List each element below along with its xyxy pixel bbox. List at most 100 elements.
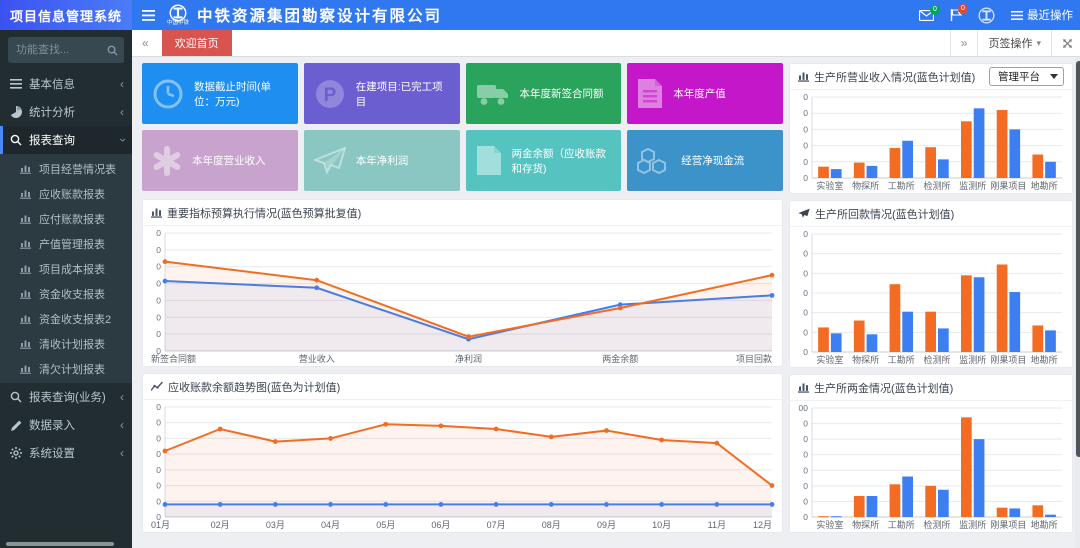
main-area: 中国中铁 中铁资源集团勘察设计有限公司 0 0 最近操作 (132, 0, 1080, 548)
svg-text:检测所: 检测所 (923, 354, 950, 365)
svg-text:检测所: 检测所 (923, 519, 950, 530)
sidebar-item-receivable-report[interactable]: 应收账款报表 (0, 181, 132, 206)
production-revenue-chart: 000000实验室物探所工勘所检测所监测所刚果项目地勘所 (790, 90, 1072, 193)
svg-text:项目回款: 项目回款 (736, 353, 772, 364)
recent-operations-button[interactable]: 最近操作 (1011, 7, 1073, 23)
menu-label: 报表查询 (29, 132, 75, 148)
pencil-icon (8, 420, 24, 431)
svg-text:0: 0 (803, 124, 808, 134)
panel-title: 应收账款余额趋势图(蓝色为计划值) (168, 379, 340, 395)
tab-welcome-home[interactable]: 欢迎首页 (162, 30, 232, 56)
svg-text:0: 0 (803, 288, 808, 298)
line-chart-icon (151, 381, 163, 392)
stat-cards: 数据截止时间(单位：万元) P 在建项目:已完工项目 本年度新签合同额 本年度产… (142, 63, 783, 191)
svg-text:06月: 06月 (431, 520, 450, 530)
card-net-profit[interactable]: 本年净利润 (304, 130, 460, 191)
svg-text:00: 00 (799, 403, 809, 413)
chevron-left-icon: ‹ (120, 446, 124, 460)
sidebar-item-output-report[interactable]: 产值管理报表 (0, 231, 132, 256)
sidebar-item-report-query[interactable]: 报表查询 ‹ (0, 126, 132, 154)
search-input[interactable] (8, 37, 100, 63)
caret-down-icon (1050, 74, 1058, 79)
panel-header: 重要指标预算执行情况(蓝色预算批复值) (143, 200, 782, 226)
panel-production-two-funds: 生产所两金情况(蓝色计划值) 000000000实验室物探所工勘所检测所监测所刚… (789, 374, 1073, 533)
panel-production-collection: 生产所回款情况(蓝色计划值) 0000000实验室物探所工勘所检测所监测所刚果项… (789, 200, 1073, 368)
asterisk-icon (152, 146, 182, 176)
sidebar-search-box (8, 37, 124, 63)
svg-text:0: 0 (156, 329, 161, 339)
vertical-scrollbar[interactable] (1075, 57, 1080, 548)
sidebar-horizontal-scrollbar[interactable] (6, 542, 114, 546)
svg-text:物探所: 物探所 (852, 180, 879, 191)
svg-text:07月: 07月 (487, 520, 506, 530)
card-data-cutoff[interactable]: 数据截止时间(单位：万元) (142, 63, 298, 124)
scroll-tabs-right-icon[interactable]: » (950, 30, 978, 56)
card-projects[interactable]: P 在建项目:已完工项目 (304, 63, 460, 124)
scrollbar-thumb[interactable] (1076, 61, 1080, 457)
fullscreen-icon[interactable] (1051, 30, 1080, 56)
card-two-funds-balance[interactable]: 两金余额（应收账款和存货) (466, 130, 622, 191)
list-icon (8, 79, 24, 89)
sidebar-item-payable-report[interactable]: 应付账款报表 (0, 206, 132, 231)
svg-text:11月: 11月 (708, 520, 726, 530)
cubes-icon (637, 146, 671, 176)
svg-text:0: 0 (803, 481, 808, 491)
sidebar-app-title: 项目信息管理系统 (0, 0, 132, 30)
svg-text:物探所: 物探所 (852, 519, 879, 530)
card-annual-revenue[interactable]: 本年度营业收入 (142, 130, 298, 191)
svg-text:刚果项目: 刚果项目 (990, 355, 1026, 365)
flag-icon[interactable]: 0 (950, 9, 962, 21)
svg-text:工勘所: 工勘所 (888, 181, 915, 191)
bar-chart-icon (798, 382, 809, 393)
sidebar-item-project-cost-report[interactable]: 项目成本报表 (0, 256, 132, 281)
svg-text:0: 0 (803, 419, 808, 429)
panel-header: 生产所两金情况(蓝色计划值) (790, 375, 1072, 401)
file-icon (476, 145, 502, 176)
sidebar-item-system-settings[interactable]: 系统设置 ‹ (0, 439, 132, 467)
sidebar-menu: 基本信息 ‹ 统计分析 ‹ 报表查询 ‹ 项目经营情况表 应收账款报表 应付账款… (0, 70, 132, 467)
sidebar-item-fund-report2[interactable]: 资金收支报表2 (0, 306, 132, 331)
sidebar-item-basic-info[interactable]: 基本信息 ‹ (0, 70, 132, 98)
card-net-cash-flow[interactable]: 经营净现金流 (627, 130, 783, 191)
sidebar-item-project-operation-report[interactable]: 项目经营情况表 (0, 156, 132, 181)
menu-label: 系统设置 (29, 445, 75, 461)
svg-text:0: 0 (156, 245, 161, 255)
sidebar-toggle-icon[interactable] (142, 10, 155, 21)
svg-text:0: 0 (803, 157, 808, 167)
svg-text:0: 0 (803, 249, 808, 259)
search-icon[interactable] (100, 37, 124, 63)
platform-select[interactable]: 管理平台 (989, 67, 1064, 86)
bar-chart-icon (20, 164, 34, 174)
panel-header: 应收账款余额趋势图(蓝色为计划值) (143, 374, 782, 400)
svg-text:监测所: 监测所 (959, 354, 986, 365)
panel-title: 重要指标预算执行情况(蓝色预算批复值) (167, 205, 361, 221)
sidebar-item-arrears-plan-report[interactable]: 清欠计划报表 (0, 356, 132, 381)
sidebar-item-fund-report[interactable]: 资金收支报表 (0, 281, 132, 306)
scroll-tabs-left-icon[interactable]: « (132, 30, 159, 56)
svg-text:刚果项目: 刚果项目 (990, 520, 1026, 530)
card-annual-output[interactable]: 本年度产值 (627, 63, 783, 124)
panel-production-revenue: 生产所营业收入情况(蓝色计划值) 管理平台 000000实验室物探所工勘所检测所… (789, 63, 1073, 194)
svg-text:08月: 08月 (542, 520, 561, 530)
emblem-icon[interactable] (978, 7, 995, 24)
list-icon (1011, 11, 1023, 20)
flag-badge: 0 (958, 4, 968, 14)
sidebar-item-collection-plan-report[interactable]: 清收计划报表 (0, 331, 132, 356)
sidebar-item-statistics[interactable]: 统计分析 ‹ (0, 98, 132, 126)
mail-icon[interactable]: 0 (919, 10, 934, 21)
sidebar: 项目信息管理系统 基本信息 ‹ 统计分析 ‹ 报表查询 ‹ (0, 0, 132, 548)
bar-chart-icon (20, 339, 34, 349)
svg-text:0: 0 (156, 449, 161, 459)
svg-text:0: 0 (803, 92, 808, 102)
svg-text:0: 0 (803, 108, 808, 118)
sidebar-item-data-entry[interactable]: 数据录入 ‹ (0, 411, 132, 439)
svg-text:0: 0 (156, 312, 161, 322)
search-icon (8, 134, 24, 146)
card-new-contracts[interactable]: 本年度新签合同额 (466, 63, 622, 124)
svg-text:0: 0 (156, 496, 161, 506)
sidebar-item-report-query-business[interactable]: 报表查询(业务) ‹ (0, 383, 132, 411)
svg-text:监测所: 监测所 (959, 519, 986, 530)
tab-operations-dropdown[interactable]: 页签操作 ▾ (977, 30, 1051, 56)
svg-text:0: 0 (156, 481, 161, 491)
receivable-trend-chart: 0000000001月02月03月04月05月06月07月08月09月10月11… (143, 400, 782, 532)
